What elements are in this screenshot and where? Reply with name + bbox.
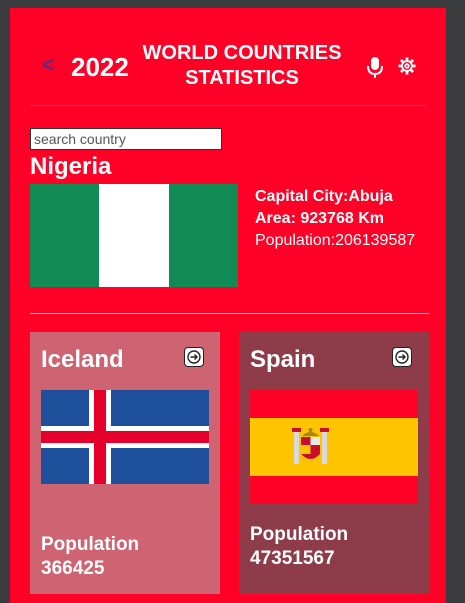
top-strip xyxy=(0,0,465,8)
population-value: 366425 xyxy=(41,558,105,579)
arrow-right-glyph xyxy=(187,350,201,364)
arrow-right-glyph xyxy=(395,350,409,364)
country-card-iceland[interactable]: Iceland Population 366425 xyxy=(30,332,220,594)
country-info: Capital City:Abuja Area: 923768 Km Popul… xyxy=(255,186,415,252)
country-card-spain[interactable]: Spain Population 47351567 xyxy=(239,332,429,594)
arrow-right-icon[interactable] xyxy=(392,347,412,367)
population-label: Population xyxy=(41,534,140,555)
year-label: 2022 xyxy=(71,52,129,82)
card-country-name: Iceland xyxy=(41,346,124,373)
capital-city: Capital City:Abuja xyxy=(255,188,393,205)
title-line-1: WORLD COUNTRIES xyxy=(142,42,342,64)
flag-stripe-right xyxy=(168,184,238,287)
back-button[interactable]: < xyxy=(42,52,55,78)
flag-stripe-middle xyxy=(99,184,169,287)
area: Area: 923768 Km xyxy=(255,210,384,227)
title-line-2: STATISTICS xyxy=(185,67,299,89)
population-value: 47351567 xyxy=(250,548,335,569)
coat-of-arms-icon xyxy=(292,428,329,464)
card-population: Population 47351567 xyxy=(250,523,348,571)
selected-country-name: Nigeria xyxy=(30,153,112,180)
card-country-name: Spain xyxy=(250,346,316,373)
arrow-right-icon[interactable] xyxy=(184,347,204,367)
flag-stripe-left xyxy=(30,184,100,287)
header-divider xyxy=(30,105,426,106)
gear-icon[interactable] xyxy=(398,57,416,75)
spain-flag xyxy=(250,390,418,504)
population: Population:206139587 xyxy=(255,232,416,249)
iceland-flag xyxy=(41,390,209,484)
page-title: WORLD COUNTRIES STATISTICS xyxy=(140,41,344,91)
card-population: Population 366425 xyxy=(41,533,139,581)
microphone-icon[interactable] xyxy=(366,56,384,80)
population-label: Population xyxy=(250,524,349,545)
section-divider xyxy=(30,313,429,314)
app-container: < 2022 WORLD COUNTRIES STATISTICS Nigeri… xyxy=(10,8,446,603)
nigeria-flag xyxy=(30,184,238,287)
search-input[interactable] xyxy=(30,128,222,150)
